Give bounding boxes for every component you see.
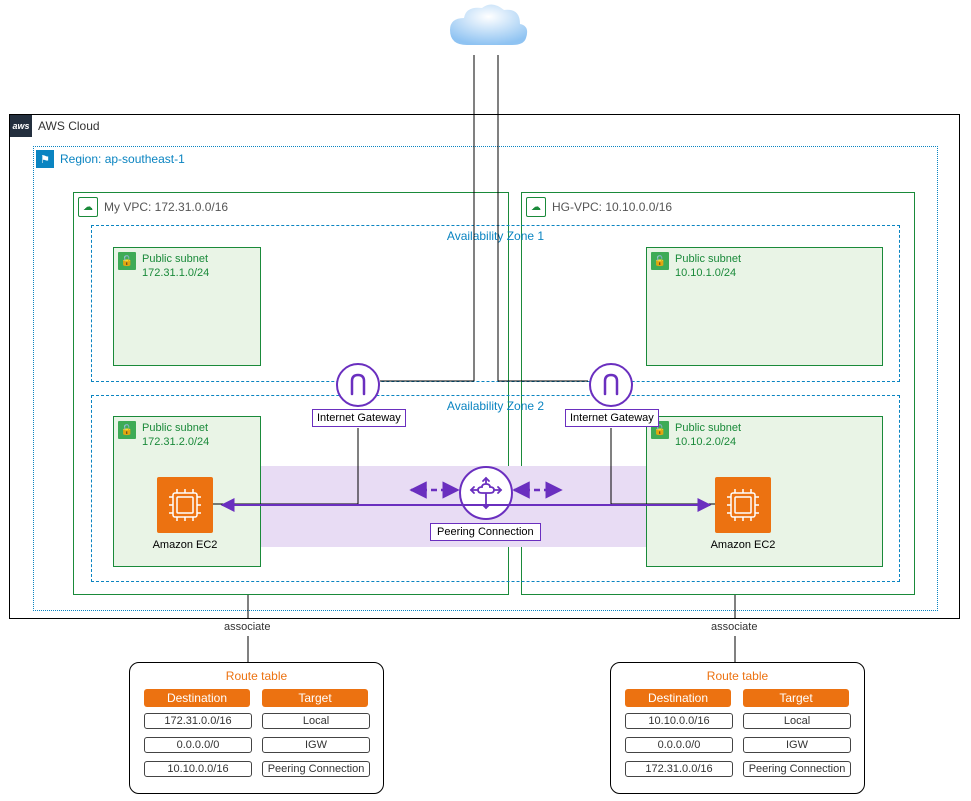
route-cell: 0.0.0.0/0 — [625, 737, 733, 753]
route-cell: 172.31.0.0/16 — [144, 713, 252, 729]
route-cell: Peering Connection — [262, 761, 370, 777]
region-label: Region: ap-southeast-1 — [54, 149, 191, 169]
peering-connection-icon — [459, 466, 513, 520]
subnet-left-top-text: Public subnet172.31.1.0/24 — [136, 252, 215, 281]
aws-logo-icon: aws — [10, 115, 32, 137]
subnet-right-bottom-text: Public subnet10.10.2.0/24 — [669, 421, 747, 450]
route-header-target: Target — [743, 689, 849, 707]
route-cell: IGW — [743, 737, 851, 753]
internet-gateway-left-icon — [336, 363, 380, 407]
subnet-left-top: 🔓 Public subnet172.31.1.0/24 — [113, 247, 261, 366]
subnet-lock-icon: 🔓 — [651, 252, 669, 270]
route-table-right: Route table Destination Target 10.10.0.0… — [610, 662, 865, 794]
associate-left-label: associate — [224, 621, 270, 633]
route-cell: 0.0.0.0/0 — [144, 737, 252, 753]
ec2-left-icon — [157, 477, 213, 533]
route-header-dest: Destination — [144, 689, 250, 707]
region-flag-icon: ⚑ — [36, 150, 54, 168]
route-table-left: Route table Destination Target 172.31.0.… — [129, 662, 384, 794]
az2-label: Availability Zone 2 — [447, 399, 544, 413]
aws-cloud-label: AWS Cloud — [32, 115, 106, 137]
route-header-dest: Destination — [625, 689, 731, 707]
subnet-lock-icon: 🔓 — [118, 252, 136, 270]
internet-gateway-right-label: Internet Gateway — [565, 409, 659, 427]
internet-cloud-icon — [442, 0, 532, 63]
route-cell: Peering Connection — [743, 761, 851, 777]
route-cell: 10.10.0.0/16 — [144, 761, 252, 777]
ec2-left-label: Amazon EC2 — [145, 539, 225, 551]
ec2-right-icon — [715, 477, 771, 533]
subnet-right-top-text: Public subnet10.10.1.0/24 — [669, 252, 747, 281]
peering-connection-label: Peering Connection — [430, 523, 541, 541]
associate-right-label: associate — [711, 621, 757, 633]
internet-gateway-left-label: Internet Gateway — [312, 409, 406, 427]
subnet-lock-icon: 🔓 — [118, 421, 136, 439]
diagram-canvas: aws AWS Cloud ⚑ Region: ap-southeast-1 ☁… — [0, 0, 971, 801]
vpc-icon: ☁ — [526, 197, 546, 217]
route-table-title: Route table — [130, 669, 383, 683]
vpc-right-label: HG-VPC: 10.10.0.0/16 — [546, 200, 678, 214]
subnet-left-bottom-text: Public subnet172.31.2.0/24 — [136, 421, 215, 450]
route-header-target: Target — [262, 689, 368, 707]
ec2-right-label: Amazon EC2 — [703, 539, 783, 551]
route-table-title: Route table — [611, 669, 864, 683]
az1-label: Availability Zone 1 — [447, 229, 544, 243]
route-cell: 10.10.0.0/16 — [625, 713, 733, 729]
route-cell: IGW — [262, 737, 370, 753]
route-cell: Local — [743, 713, 851, 729]
route-cell: 172.31.0.0/16 — [625, 761, 733, 777]
vpc-left-label: My VPC: 172.31.0.0/16 — [98, 200, 234, 214]
route-cell: Local — [262, 713, 370, 729]
vpc-icon: ☁ — [78, 197, 98, 217]
subnet-right-top: 🔓 Public subnet10.10.1.0/24 — [646, 247, 883, 366]
internet-gateway-right-icon — [589, 363, 633, 407]
